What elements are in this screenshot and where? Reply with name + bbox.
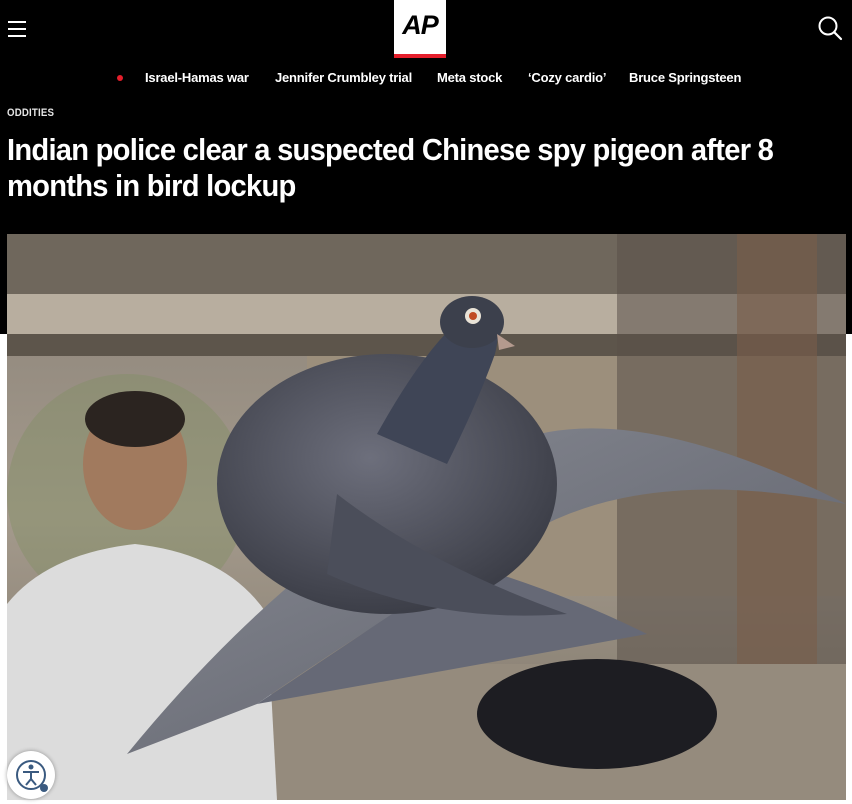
ap-logo[interactable]: AP [394, 0, 446, 58]
trending-link-jennifer-crumbley-trial[interactable]: Jennifer Crumbley trial [275, 70, 412, 85]
trending-link-israel-hamas-war[interactable]: Israel-Hamas war [145, 70, 249, 85]
trending-link-bruce-springsteen[interactable]: Bruce Springsteen [629, 70, 741, 85]
ap-logo-text: AP [402, 9, 439, 40]
top-navigation-bar: AP [0, 0, 852, 58]
search-icon[interactable] [816, 14, 844, 42]
trending-link-cozy-cardio[interactable]: ‘Cozy cardio’ [528, 70, 607, 85]
pigeon-photo-illustration [7, 234, 846, 800]
article-category-link[interactable]: ODDITIES [7, 107, 54, 119]
article-headline: Indian police clear a suspected Chinese … [7, 132, 774, 203]
trending-indicator-dot [117, 75, 123, 81]
trending-link-meta-stock[interactable]: Meta stock [437, 70, 502, 85]
article-lead-photo[interactable] [7, 234, 846, 800]
hamburger-menu-icon[interactable] [6, 18, 28, 40]
accessibility-icon[interactable] [7, 751, 55, 799]
